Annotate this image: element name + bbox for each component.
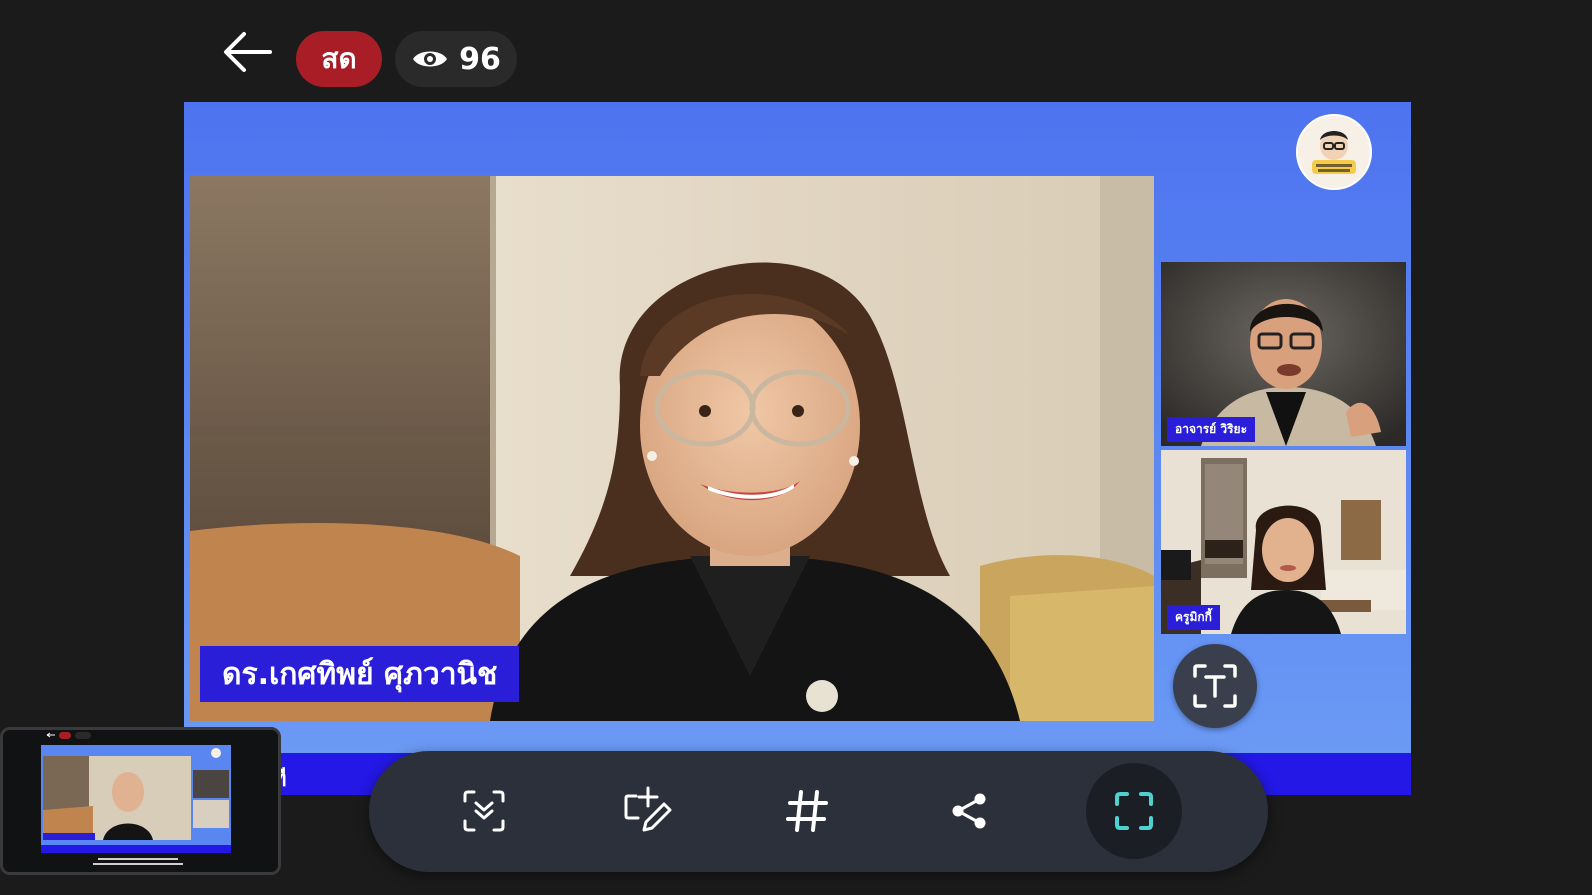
main-speaker-image <box>190 176 1154 721</box>
thumbnail-image <box>3 730 278 872</box>
side-speaker-video-2[interactable]: ครูมิกกี้ <box>1161 450 1406 634</box>
live-badge: สด <box>296 31 382 87</box>
side-speaker-2-name-tag: ครูมิกกี้ <box>1167 605 1220 630</box>
viewer-count: 96 <box>459 41 501 77</box>
main-speaker-video[interactable]: ดร.เกศทิพย์ ศุภวานิช <box>190 176 1154 721</box>
scan-down-icon <box>463 790 505 832</box>
fullscreen-icon <box>1115 792 1153 830</box>
side-speaker-2-name: ครูมิกกี้ <box>1175 610 1212 624</box>
side-speaker-1-name: อาจารย์ วิริยะ <box>1175 422 1248 436</box>
scan-button[interactable] <box>444 771 524 851</box>
text-recognition-icon <box>1193 664 1237 708</box>
eye-icon <box>413 51 448 67</box>
hashtag-icon <box>786 790 828 832</box>
back-button[interactable] <box>222 30 272 74</box>
fullscreen-button[interactable] <box>1086 763 1182 859</box>
channel-logo-icon <box>1296 114 1372 190</box>
main-speaker-name: ดร.เกศทิพย์ ศุภวานิช <box>222 656 498 692</box>
screenshot-thumbnail[interactable] <box>0 727 281 875</box>
add-edit-button[interactable] <box>609 771 689 851</box>
viewer-count-pill: 96 <box>395 31 517 87</box>
add-edit-icon <box>624 786 672 832</box>
text-recognition-button[interactable] <box>1173 644 1257 728</box>
share-icon <box>952 793 986 829</box>
side-speaker-video-1[interactable]: อาจารย์ วิริยะ <box>1161 262 1406 446</box>
hashtag-button[interactable] <box>767 771 847 851</box>
side-speaker-1-name-tag: อาจารย์ วิริยะ <box>1167 417 1256 442</box>
bottom-toolbar <box>369 751 1268 872</box>
arrow-left-icon <box>224 32 272 72</box>
share-button[interactable] <box>929 771 1009 851</box>
top-bar: สด 96 <box>0 0 1592 100</box>
main-speaker-name-tag: ดร.เกศทิพย์ ศุภวานิช <box>200 646 520 702</box>
live-label: สด <box>321 42 357 75</box>
